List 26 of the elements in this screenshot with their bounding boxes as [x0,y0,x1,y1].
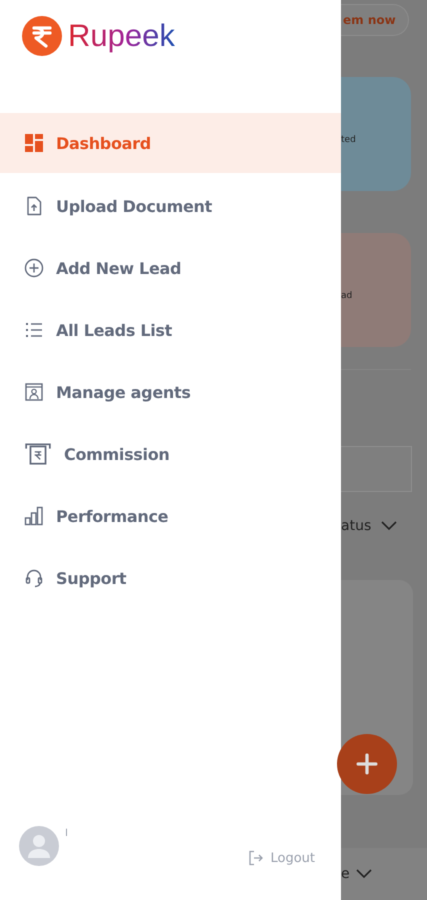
bottom-bar: e [341,848,427,900]
avatar-icon [19,826,59,866]
summary-card: ad [341,233,411,347]
add-circle-icon [24,258,44,278]
menu-item[interactable]: All Leads List [0,299,341,361]
menu-item[interactable]: Dashboard [0,113,341,173]
bar-chart-icon [24,506,44,526]
list-icon [24,320,44,340]
chevron-icon [381,521,398,531]
menu-item[interactable]: Add New Lead [0,237,341,299]
menu-item[interactable]: Commission [0,423,341,485]
menu-item[interactable]: Upload Document [0,175,341,237]
cash-machine-icon [24,442,52,466]
menu-item[interactable]: Manage agents [0,361,341,423]
filter-label: atus [341,518,372,534]
menu-item[interactable]: Performance [0,485,341,547]
plus-icon [356,753,378,775]
menu-item[interactable]: Support [0,547,341,609]
summary-card: ted [341,77,411,191]
chevron-icon [356,869,372,879]
logout-icon [248,850,264,866]
dashboard-icon [24,133,44,153]
user-name: I [65,828,68,839]
headset-icon [24,568,44,588]
agent-card-icon [24,382,44,402]
logo-icon [22,16,62,56]
